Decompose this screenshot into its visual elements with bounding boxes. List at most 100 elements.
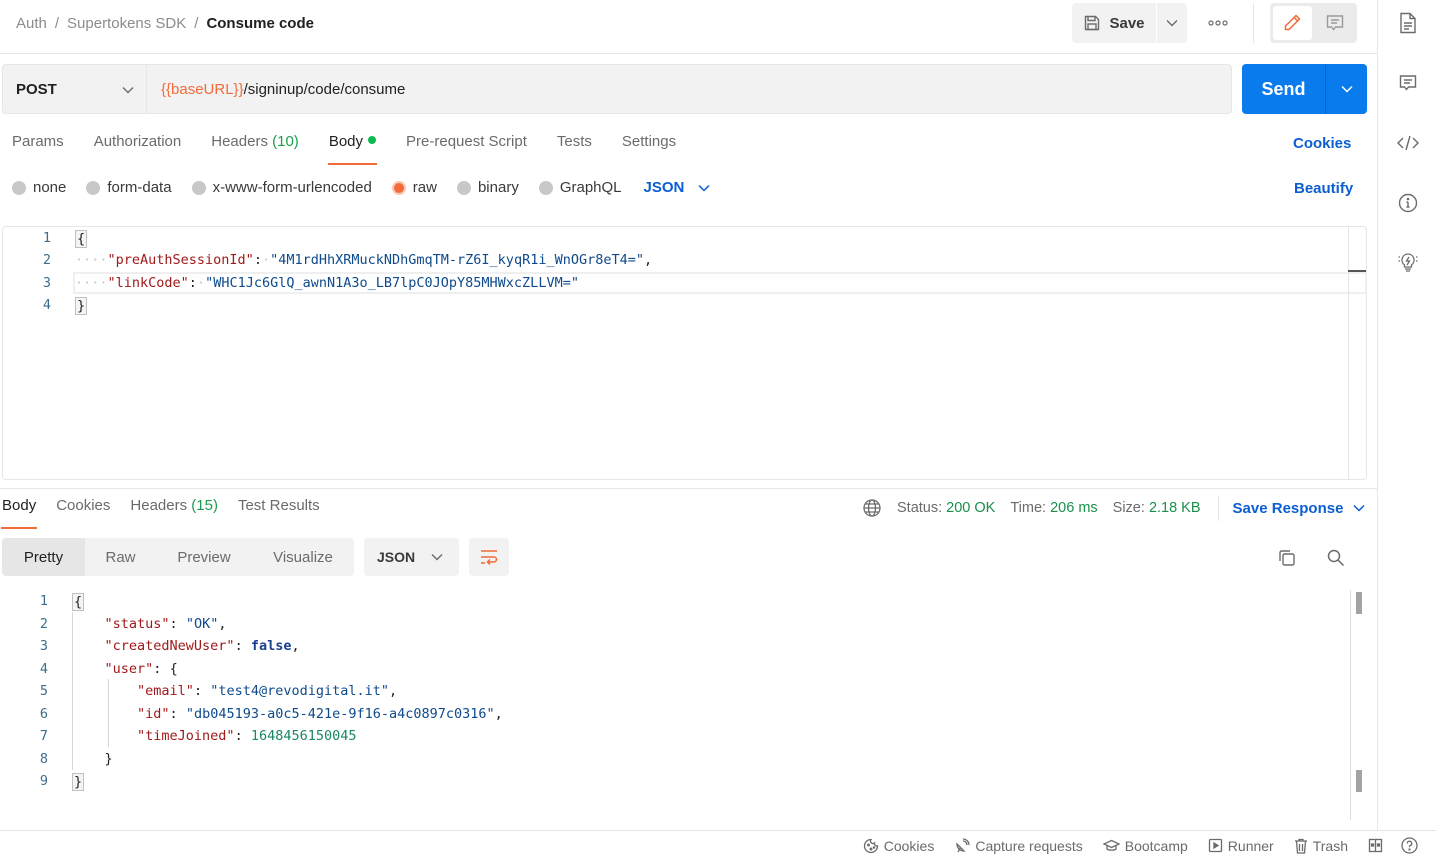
edit-mode-button[interactable] <box>1273 6 1312 40</box>
breadcrumb-collection[interactable]: Auth <box>16 15 47 32</box>
body-language-select[interactable]: JSON <box>644 179 711 196</box>
code-line: "id": "db045193-a0c5-421e-9f16-a4c0897c0… <box>137 706 503 722</box>
request-header: Auth / Supertokens SDK / Consume code Sa… <box>0 0 1377 54</box>
code-line: "createdNewUser": false, <box>104 638 300 654</box>
radio-label: none <box>33 179 67 196</box>
statusbar-label: Runner <box>1227 837 1274 854</box>
view-visualize[interactable]: Visualize <box>252 538 354 576</box>
response-tab-test-results[interactable]: Test Results <box>238 497 320 529</box>
globe-icon[interactable] <box>862 498 882 518</box>
breadcrumb-folder[interactable]: Supertokens SDK <box>67 15 186 32</box>
url-input[interactable]: {{baseURL}}/signinup/code/consume <box>146 64 1232 114</box>
method-value: POST <box>16 80 57 98</box>
brace: { <box>169 661 178 677</box>
search-button[interactable] <box>1325 547 1347 569</box>
meta-divider <box>1217 495 1219 521</box>
json-string: "OK" <box>185 616 219 632</box>
statusbar-cookies[interactable]: Cookies <box>863 838 934 854</box>
radio-form-data[interactable]: form-data <box>86 179 172 196</box>
request-name[interactable]: Consume code <box>206 15 314 32</box>
beautify-button[interactable]: Beautify <box>1294 180 1353 197</box>
scrollbar-thumb-bottom[interactable] <box>1356 770 1362 792</box>
comments-button[interactable] <box>1397 72 1419 94</box>
view-preview[interactable]: Preview <box>156 538 252 576</box>
send-options-button[interactable] <box>1326 64 1367 114</box>
info-button[interactable] <box>1397 192 1419 214</box>
view-pretty[interactable]: Pretty <box>2 538 85 576</box>
statusbar-capture-requests[interactable]: Capture requests <box>954 837 1083 854</box>
save-options-button[interactable] <box>1157 3 1187 43</box>
radio-raw[interactable]: raw <box>391 179 437 196</box>
response-tab-body[interactable]: Body <box>0 497 38 529</box>
copy-button[interactable] <box>1276 547 1298 569</box>
tab-tests[interactable]: Tests <box>557 133 592 165</box>
radio-graphql[interactable]: GraphQL <box>538 179 622 196</box>
related-collections-button[interactable] <box>1397 251 1419 273</box>
wrap-lines-button[interactable] <box>469 538 509 576</box>
request-body-editor[interactable]: 1 2 3 4 { ····"preAuthSessionId":·"4M1rd… <box>2 226 1367 480</box>
save-button[interactable]: Save <box>1072 3 1156 43</box>
statusbar-bootcamp[interactable]: Bootcamp <box>1102 838 1188 854</box>
response-meta: Status: 200 OK Time: 206 ms Size: 2.18 K… <box>862 495 1366 521</box>
brace: } <box>75 297 88 315</box>
radio-none[interactable]: none <box>12 179 66 196</box>
chevron-down-icon <box>1340 85 1353 93</box>
statusbar-label: Capture requests <box>975 837 1083 854</box>
statusbar-runner[interactable]: Runner <box>1208 838 1274 854</box>
status-label: Status: <box>897 500 943 516</box>
radio-x-www-form-urlencoded[interactable]: x-www-form-urlencoded <box>191 179 372 196</box>
scrollbar-thumb-top[interactable] <box>1356 592 1362 614</box>
json-key: "status" <box>104 616 170 632</box>
save-response-label: Save Response <box>1232 499 1344 517</box>
response-body-viewer[interactable]: 1 2 3 4 5 6 7 8 9 { "status": "OK", "cre… <box>0 590 1365 820</box>
tab-headers[interactable]: Headers (10) <box>211 133 299 165</box>
copy-icon <box>1279 550 1295 566</box>
radio-circle <box>538 180 553 195</box>
statusbar-trash[interactable]: Trash <box>1294 838 1348 854</box>
time-readout[interactable]: Time: 206 ms <box>1010 500 1097 516</box>
more-actions-button[interactable] <box>1200 12 1236 34</box>
status-readout[interactable]: Status: 200 OK <box>897 500 995 516</box>
save-label: Save <box>1109 14 1145 32</box>
view-raw[interactable]: Raw <box>85 538 156 576</box>
response-tab-headers[interactable]: Headers (15) <box>130 497 218 529</box>
line-number: 1 <box>39 593 48 609</box>
tab-settings[interactable]: Settings <box>622 133 676 165</box>
tab-params[interactable]: Params <box>12 133 64 165</box>
tab-pre-request-script[interactable]: Pre-request Script <box>406 133 527 165</box>
postman-app: Auth / Supertokens SDK / Consume code Sa… <box>0 0 1436 859</box>
breadcrumb-separator: / <box>194 15 199 32</box>
line-number: 2 <box>42 252 51 268</box>
info-icon <box>1398 193 1418 213</box>
request-tabs: Params Authorization Headers (10) Body P… <box>12 133 676 165</box>
comment-mode-button[interactable] <box>1316 6 1355 40</box>
json-string: "4M1rdHhXRMuckNDhGmqTM-rZ6I_kyqR1i_WnOGr… <box>270 252 644 268</box>
tab-label: Headers <box>211 133 268 150</box>
tab-label: Cookies <box>56 497 111 514</box>
body-indicator-dot <box>368 136 377 144</box>
tab-label: Body <box>2 497 37 514</box>
url-variable: {{baseURL}} <box>161 80 244 98</box>
size-readout[interactable]: Size: 2.18 KB <box>1113 500 1201 516</box>
save-response-button[interactable]: Save Response <box>1233 500 1366 517</box>
tab-authorization[interactable]: Authorization <box>94 133 182 165</box>
cookies-link[interactable]: Cookies <box>1293 135 1351 152</box>
save-group: Save <box>1072 3 1187 43</box>
status-value: 200 OK <box>946 500 996 516</box>
send-button[interactable]: Send <box>1242 64 1326 114</box>
json-string: "WHC1Jc6GlQ_awnN1A3o_LB7lpC0JOpY85MHWxcZ… <box>205 275 579 291</box>
response-tab-cookies[interactable]: Cookies <box>56 497 110 529</box>
tab-body[interactable]: Body <box>327 133 378 165</box>
method-select[interactable]: POST <box>2 64 146 114</box>
response-language-select[interactable]: JSON <box>364 538 459 576</box>
documentation-button[interactable] <box>1397 12 1419 34</box>
two-pane-toggle[interactable] <box>1368 838 1383 853</box>
tab-label: Headers <box>130 497 188 514</box>
chevron-down-icon <box>1353 504 1365 512</box>
radio-binary[interactable]: binary <box>456 179 519 196</box>
code-snippet-button[interactable] <box>1397 132 1419 154</box>
pane-splitter[interactable] <box>0 488 1377 489</box>
editor-scrollbar[interactable] <box>1348 227 1366 479</box>
help-button[interactable] <box>1401 837 1418 854</box>
pencil-icon <box>1285 14 1301 31</box>
